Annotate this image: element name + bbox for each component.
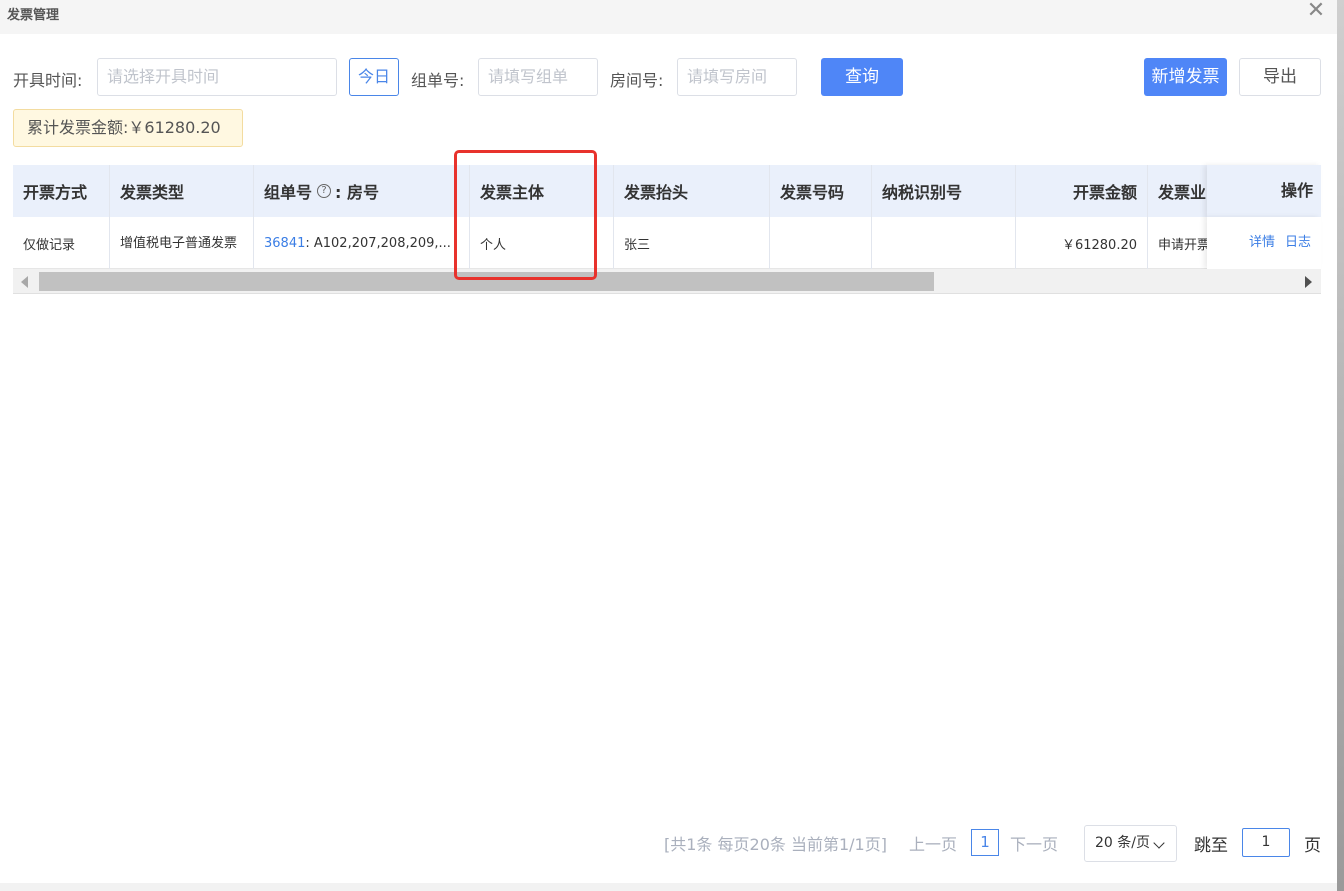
background-edge: [1337, 0, 1344, 891]
table-row: 仅做记录 增值税电子普通发票 36841: A102,207,208,209,.…: [13, 217, 1321, 269]
dialog-titlebar: 发票管理 ✕: [0, 0, 1344, 34]
total-amount-badge: 累计发票金额:￥61280.20: [13, 109, 243, 147]
page-number-button[interactable]: 1: [971, 829, 999, 856]
dialog-title: 发票管理: [7, 8, 60, 23]
chevron-down-icon: [1153, 837, 1165, 849]
page-size-value: 20 条/页: [1095, 835, 1150, 851]
group-no-label: 组单号:: [411, 71, 465, 90]
group-no-link[interactable]: 36841: [264, 236, 305, 251]
log-link[interactable]: 日志: [1285, 235, 1311, 250]
cell-amount: ￥61280.20: [1016, 217, 1148, 269]
ops-column-fixed: 操作 详情 日志: [1207, 165, 1321, 269]
col-header-group-label: 组单号: [264, 183, 313, 202]
dialog-bottom-edge: [0, 883, 1337, 891]
page-size-select[interactable]: 20 条/页: [1084, 825, 1177, 862]
next-page-button[interactable]: 下一页: [1010, 831, 1058, 855]
cell-title: 张三: [614, 217, 770, 269]
new-invoice-button[interactable]: 新增发票: [1144, 58, 1227, 96]
col-header-number: 发票号码: [770, 165, 872, 217]
col-header-title: 发票抬头: [614, 165, 770, 217]
query-button[interactable]: 查询: [821, 58, 903, 96]
horizontal-scrollbar[interactable]: [13, 269, 1321, 294]
room-no-input[interactable]: 请填写房间: [677, 58, 797, 96]
detail-link[interactable]: 详情: [1249, 235, 1275, 250]
issue-time-input[interactable]: 请选择开具时间: [97, 58, 337, 96]
cell-number: [770, 217, 872, 269]
scroll-thumb[interactable]: [39, 272, 934, 291]
close-icon[interactable]: ✕: [1305, 0, 1327, 23]
col-header-subject: 发票主体: [470, 165, 614, 217]
cell-ops: 详情 日志: [1207, 217, 1321, 269]
export-button[interactable]: 导出: [1239, 58, 1321, 96]
col-header-ops: 操作: [1207, 165, 1321, 217]
page-suffix-label: 页: [1304, 836, 1321, 856]
pagination-info: [共1条 每页20条 当前第1/1页]: [664, 835, 887, 854]
scroll-left-icon[interactable]: [21, 276, 28, 288]
cell-method: 仅做记录: [13, 217, 110, 269]
col-header-type: 发票类型: [110, 165, 254, 217]
invoice-table: 开票方式 发票类型 组单号 ? : 房号 发票主体 发票抬头 发票号码 纳税识别…: [13, 165, 1321, 295]
cell-type: 增值税电子普通发票: [110, 217, 254, 269]
cell-rooms: : A102,207,208,209,...: [305, 235, 451, 251]
col-header-method: 开票方式: [13, 165, 110, 217]
cell-subject: 个人: [470, 217, 614, 269]
help-icon[interactable]: ?: [317, 184, 332, 198]
jump-label: 跳至: [1194, 836, 1228, 856]
col-header-room-label: : 房号: [335, 183, 379, 202]
group-no-input[interactable]: 请填写组单: [478, 58, 598, 96]
col-header-tax-id: 纳税识别号: [872, 165, 1016, 217]
col-header-group-room: 组单号 ? : 房号: [254, 165, 470, 217]
cell-group-room: 36841: A102,207,208,209,...: [254, 217, 470, 269]
issue-time-label: 开具时间:: [13, 71, 83, 90]
scroll-right-icon[interactable]: [1305, 276, 1312, 288]
table-header: 开票方式 发票类型 组单号 ? : 房号 发票主体 发票抬头 发票号码 纳税识别…: [13, 165, 1321, 217]
today-button[interactable]: 今日: [349, 58, 399, 96]
prev-page-button[interactable]: 上一页: [909, 831, 957, 855]
col-header-amount: 开票金额: [1016, 165, 1148, 217]
room-no-label: 房间号:: [610, 71, 664, 90]
jump-page-input[interactable]: 1: [1242, 828, 1290, 857]
cell-tax-id: [872, 217, 1016, 269]
